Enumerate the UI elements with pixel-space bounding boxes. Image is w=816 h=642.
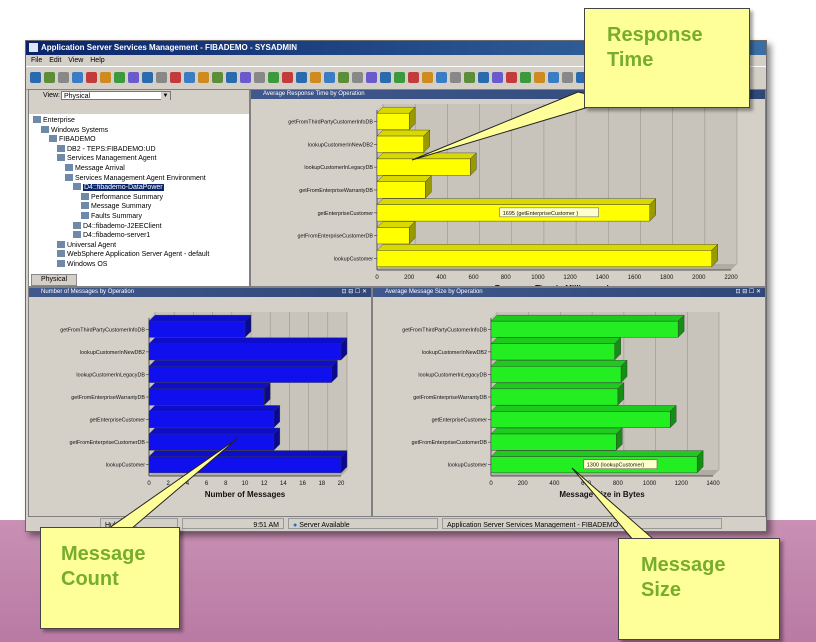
callout-line: Message (61, 543, 146, 565)
message-count-pointer (90, 437, 239, 541)
callout-line: Count (61, 568, 119, 590)
callout-line: Message (641, 554, 726, 576)
response-time-pointer (411, 91, 614, 161)
callout-response-time: Response Time (584, 8, 750, 108)
callout-message-count: Message Count (40, 527, 180, 629)
callout-line: Size (641, 579, 682, 601)
callout-line: Response (607, 24, 703, 46)
callout-message-size: Message Size (618, 538, 780, 640)
callout-line: Time (607, 49, 654, 71)
